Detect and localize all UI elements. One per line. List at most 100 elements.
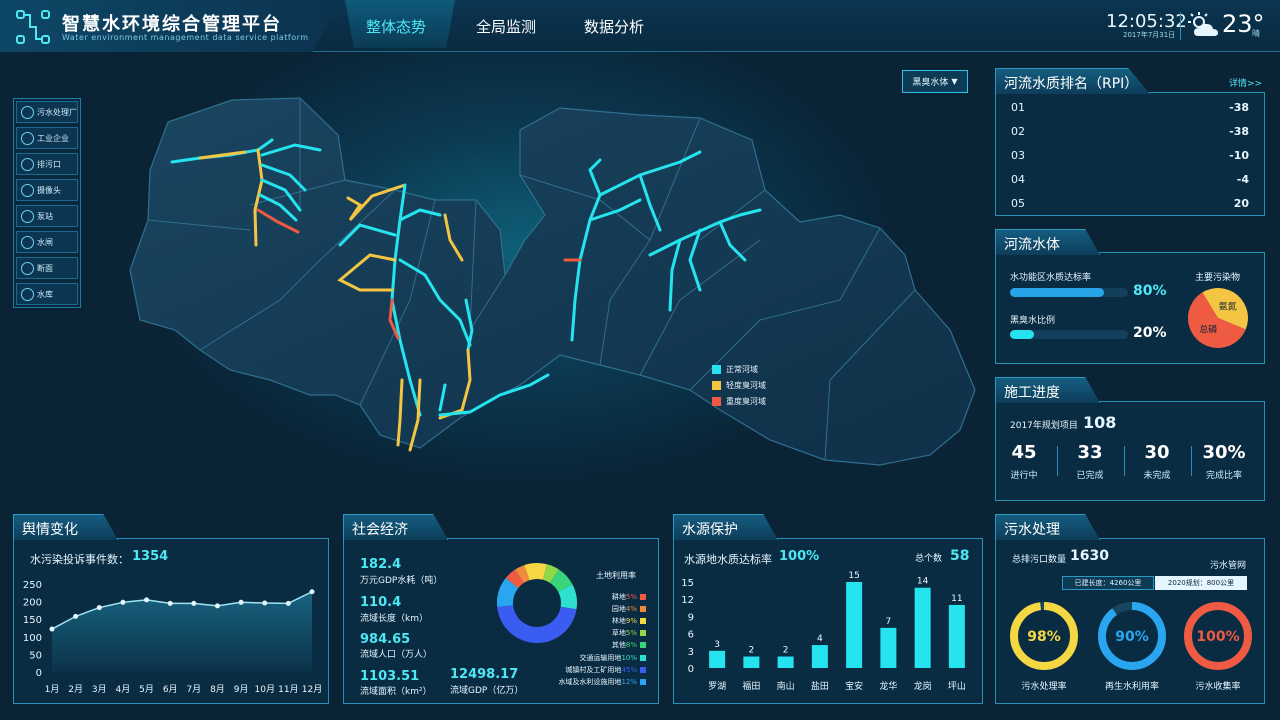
layer-label: 排污口 bbox=[37, 159, 61, 169]
bar bbox=[743, 656, 760, 668]
layer-industry[interactable]: 工业企业 bbox=[16, 127, 78, 149]
legend-label: 园地 bbox=[611, 605, 626, 613]
stat-divider bbox=[1124, 446, 1125, 476]
stat-inprogress: 45 进行中 bbox=[994, 442, 1054, 482]
rpi-detail-link[interactable]: 详情>> bbox=[1229, 76, 1262, 89]
stat-value: 30% bbox=[1202, 442, 1246, 463]
bar bbox=[914, 587, 931, 668]
ring-label: 再生水利用率 bbox=[1105, 680, 1159, 692]
stat-label: 完成比率 bbox=[1205, 471, 1242, 481]
ring-value: 100% bbox=[1196, 629, 1239, 645]
bar bbox=[948, 604, 965, 668]
weather-text: 晴 bbox=[1252, 29, 1260, 38]
legend-label: 交通运输用地 bbox=[579, 654, 622, 662]
x-tick-label: 1月 bbox=[45, 684, 60, 695]
rpi-rank: 04 bbox=[1011, 173, 1025, 186]
stat-undone: 30 未完成 bbox=[1127, 442, 1187, 482]
data-point bbox=[238, 599, 244, 605]
legend-label: 轻度臭河域 bbox=[726, 381, 766, 390]
map-legend-mild: 轻度臭河域 bbox=[712, 380, 766, 391]
layer-outfall[interactable]: 排污口 bbox=[16, 153, 78, 175]
rpi-row[interactable]: 03 -10 bbox=[1001, 146, 1249, 166]
landuse-title: 土地利用率 bbox=[596, 571, 636, 580]
black-water-fill bbox=[1010, 330, 1034, 339]
stat-value: 45 bbox=[1011, 442, 1037, 463]
legend-label: 草地 bbox=[611, 629, 626, 637]
nav-analysis[interactable]: 数据分析 bbox=[584, 16, 644, 37]
layer-section[interactable]: 断面 bbox=[16, 257, 78, 279]
app-subtitle: Water environment management data servic… bbox=[62, 33, 309, 42]
project-value: 108 bbox=[1083, 413, 1117, 432]
x-tick-label: 盐田 bbox=[811, 680, 829, 692]
stat-label: 已完成 bbox=[1076, 471, 1104, 481]
source-total-value: 58 bbox=[950, 548, 970, 564]
rpi-rank: 01 bbox=[1011, 101, 1025, 114]
stat-label: 进行中 bbox=[1010, 471, 1038, 481]
data-point bbox=[214, 603, 220, 609]
stat-done: 33 已完成 bbox=[1060, 442, 1120, 482]
clock-date: 2017年7月31日 bbox=[1123, 31, 1176, 39]
layer-label: 水闸 bbox=[37, 237, 53, 247]
landuse-legend-item: 交通运输用地 10% bbox=[579, 653, 646, 663]
economy-title: 社会经济 bbox=[343, 514, 448, 540]
rpi-rank: 03 bbox=[1011, 149, 1025, 162]
legend-label: 耕地 bbox=[611, 593, 626, 601]
legend-percent: 10% bbox=[621, 654, 637, 662]
rpi-row[interactable]: 04 -4 bbox=[1001, 170, 1249, 190]
source-total-label: 总个数 bbox=[915, 554, 943, 564]
city-map[interactable] bbox=[100, 80, 990, 520]
logo-icon bbox=[16, 10, 50, 44]
construction-title: 施工进度 bbox=[995, 377, 1100, 403]
y-tick-label: 15 bbox=[681, 578, 694, 589]
y-tick-label: 200 bbox=[23, 598, 42, 609]
rpi-row[interactable]: 01 -38 bbox=[1001, 98, 1249, 118]
econ-label-gdp: 流域GDP（亿万） bbox=[450, 686, 524, 696]
y-tick-label: 6 bbox=[688, 630, 694, 641]
landuse-legend-item: 耕地 5% bbox=[612, 592, 646, 602]
rpi-row[interactable]: 05 20 bbox=[1001, 194, 1249, 214]
rpi-value: -10 bbox=[1229, 149, 1249, 162]
landuse-legend-item: 城镇村及工矿用地 45% bbox=[565, 665, 646, 675]
x-tick-label: 5月 bbox=[139, 684, 154, 695]
data-point bbox=[285, 600, 291, 606]
outfall-icon bbox=[21, 157, 34, 171]
bar-value-label: 11 bbox=[951, 594, 962, 604]
econ-label-population: 流域人口（万人） bbox=[360, 650, 433, 660]
stat-divider bbox=[1191, 446, 1192, 476]
data-point bbox=[144, 597, 150, 603]
swatch bbox=[712, 365, 721, 374]
y-tick-label: 250 bbox=[23, 580, 42, 591]
outlet-label: 总排污口数量 bbox=[1012, 555, 1067, 565]
nav-overall[interactable]: 整体态势 bbox=[366, 16, 426, 37]
stat-label: 未完成 bbox=[1143, 471, 1171, 481]
sluice-icon bbox=[21, 235, 34, 249]
nav-monitoring[interactable]: 全局监测 bbox=[476, 16, 536, 37]
swatch bbox=[712, 397, 721, 406]
landuse-donut-chart bbox=[497, 563, 577, 644]
legend-percent: 5% bbox=[625, 593, 637, 601]
x-tick-label: 11月 bbox=[278, 684, 298, 695]
x-tick-label: 2月 bbox=[68, 684, 83, 695]
river-rate-value: 80% bbox=[1133, 283, 1167, 299]
layer-camera[interactable]: 摄像头 bbox=[16, 179, 78, 201]
legend-percent: 5% bbox=[625, 629, 637, 637]
x-tick-label: 罗湖 bbox=[708, 681, 726, 692]
river-rate-fill bbox=[1010, 288, 1105, 297]
header-divider bbox=[1180, 12, 1181, 40]
map-type-dropdown[interactable]: 黑臭水体 ▼ bbox=[902, 70, 968, 93]
legend-swatch bbox=[640, 679, 646, 685]
layer-sewage-plant[interactable]: 污水处理厂 bbox=[16, 101, 78, 123]
layer-pump[interactable]: 泵站 bbox=[16, 205, 78, 227]
x-tick-label: 龙岗 bbox=[914, 680, 932, 692]
dropdown-value: 黑臭水体 bbox=[912, 78, 949, 88]
data-point bbox=[191, 600, 197, 606]
rpi-row[interactable]: 02 -38 bbox=[1001, 122, 1249, 142]
network-built: 已建长度：4260公里 bbox=[1062, 576, 1154, 590]
bar bbox=[846, 582, 863, 668]
ring-label: 污水收集率 bbox=[1195, 680, 1240, 692]
bar bbox=[777, 656, 794, 668]
y-tick-label: 0 bbox=[688, 664, 694, 675]
project-label: 2017年规划项目 bbox=[1010, 421, 1078, 431]
layer-sluice[interactable]: 水闸 bbox=[16, 231, 78, 253]
layer-reservoir[interactable]: 水库 bbox=[16, 283, 78, 305]
